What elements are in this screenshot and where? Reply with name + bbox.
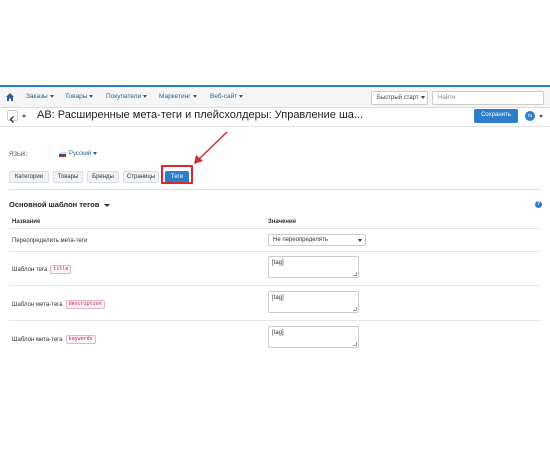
resize-handle-icon xyxy=(353,272,357,276)
back-dropdown-caret[interactable] xyxy=(22,115,26,118)
page-title: AB: Расширенные мета-теги и плейсхолдеры… xyxy=(37,109,364,121)
search-input[interactable]: Найти xyxy=(432,91,544,105)
nav-website[interactable]: Веб-сайт xyxy=(210,93,244,100)
flag-ru-icon xyxy=(59,152,66,158)
chevron-down-icon xyxy=(104,203,111,207)
page-header: AB: Расширенные мета-теги и плейсхолдеры… xyxy=(0,107,550,127)
language-switcher[interactable]: ru xyxy=(523,110,546,122)
resize-handle-icon xyxy=(353,307,357,311)
tab-products[interactable]: Товары xyxy=(53,171,83,183)
chevron-down-icon xyxy=(539,115,543,118)
tab-pages[interactable]: Страницы xyxy=(123,171,159,183)
code-badge-title: title xyxy=(50,265,72,274)
language-circle-icon: ru xyxy=(525,111,535,121)
nav-customers[interactable]: Покупатели xyxy=(106,93,148,100)
description-template-field[interactable]: [tag] xyxy=(268,291,359,313)
home-icon[interactable] xyxy=(5,92,15,102)
code-badge-keywords: keywords xyxy=(65,335,96,344)
save-button[interactable]: Сохранить xyxy=(474,109,518,123)
tab-brands[interactable]: Бренды xyxy=(87,171,119,183)
chevron-left-icon xyxy=(9,116,14,123)
language-label: ЯЗЫК: xyxy=(9,152,28,158)
top-navbar: Заказы Товары Покупатели Маркетинг Веб-с… xyxy=(0,85,550,108)
row-divider xyxy=(9,320,541,321)
override-select[interactable]: Не переопределять xyxy=(268,234,366,246)
row-divider xyxy=(9,228,541,229)
resize-handle-icon xyxy=(353,342,357,346)
nav-orders[interactable]: Заказы xyxy=(26,93,54,100)
back-button[interactable] xyxy=(7,110,18,123)
column-header-name: Название xyxy=(12,219,41,225)
red-arrow xyxy=(194,131,228,164)
row-label-keywords: Шаблон мета-тега keywords xyxy=(12,335,96,344)
highlight-box xyxy=(161,165,193,184)
title-template-field[interactable]: [tag] xyxy=(268,256,359,278)
row-label-override: Переопределить мета-теги xyxy=(12,238,88,244)
code-badge-description: description xyxy=(65,300,105,309)
nav-marketing[interactable]: Маркетинг xyxy=(159,93,197,100)
nav-products[interactable]: Товары xyxy=(65,93,94,100)
section-title[interactable]: Основной шаблон тегов xyxy=(9,200,111,209)
column-header-value: Значение xyxy=(268,219,297,225)
tab-categories[interactable]: Категории xyxy=(9,171,49,183)
keywords-template-field[interactable]: [tag] xyxy=(268,326,359,348)
quick-start-button[interactable]: Быстрый старт xyxy=(371,91,428,105)
row-label-title: Шаблон тега title xyxy=(12,265,72,274)
help-icon[interactable]: ? xyxy=(535,201,542,208)
row-label-description: Шаблон мета-тега description xyxy=(12,300,105,309)
language-select[interactable]: Русский xyxy=(69,151,98,157)
row-divider xyxy=(9,251,541,252)
divider xyxy=(9,189,541,190)
row-divider xyxy=(9,285,541,286)
